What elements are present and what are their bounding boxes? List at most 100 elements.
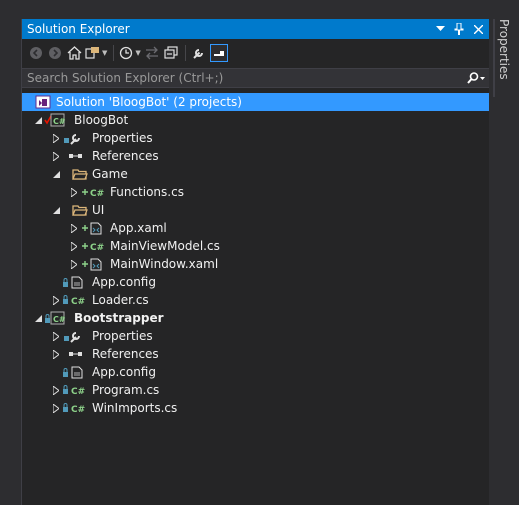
tree-row-properties[interactable]: Properties — [22, 129, 489, 147]
xaml-file-added-icon — [81, 255, 105, 273]
expanded-arrow-icon[interactable] — [33, 111, 43, 129]
svg-text:C#: C# — [90, 189, 104, 198]
collapsed-arrow-icon[interactable] — [51, 327, 61, 345]
tree-row-file[interactable]: C# MainViewModel.cs — [22, 237, 489, 255]
properties-wrench-icon[interactable] — [191, 43, 207, 63]
csharp-file-locked-icon: C# — [62, 399, 88, 417]
search-input[interactable] — [22, 68, 463, 88]
tree-label: Solution 'BloogBot' (2 projects) — [56, 95, 242, 109]
solution-explorer-pane: Solution Explorer ▼ ▼ Search Solution Ex… — [21, 19, 489, 505]
config-file-locked-icon — [62, 273, 88, 291]
tree-row-folder-ui[interactable]: UI — [22, 201, 489, 219]
tree-label: MainViewModel.cs — [110, 239, 220, 253]
tree-label: References — [92, 347, 159, 361]
collapsed-arrow-icon[interactable] — [51, 399, 61, 417]
svg-text:C#: C# — [53, 315, 66, 324]
tree-label: Properties — [92, 131, 153, 145]
collapsed-arrow-icon[interactable] — [51, 291, 61, 309]
tree-label: Properties — [92, 329, 153, 343]
tree-row-folder-game[interactable]: Game — [22, 165, 489, 183]
expanded-arrow-icon[interactable] — [33, 309, 43, 327]
tree-row-properties[interactable]: Properties — [22, 327, 489, 345]
csharp-file-added-icon: C# — [81, 237, 105, 255]
references-icon — [68, 345, 84, 363]
svg-text:C#: C# — [90, 243, 104, 252]
expanded-arrow-icon[interactable] — [51, 165, 61, 183]
csharp-project-locked-icon: C# — [44, 309, 66, 327]
tree-label: Program.cs — [92, 383, 160, 397]
home-icon[interactable] — [66, 43, 82, 63]
svg-text:C#: C# — [71, 387, 85, 396]
tree-label: BloogBot — [74, 113, 129, 127]
csharp-project-icon: C# — [44, 111, 66, 129]
collapsed-arrow-icon[interactable] — [51, 345, 61, 363]
properties-wrench-icon — [64, 129, 84, 147]
collapsed-arrow-icon[interactable] — [51, 381, 61, 399]
tree-label: Functions.cs — [110, 185, 184, 199]
search-icon[interactable] — [463, 72, 489, 84]
tree-label: MainWindow.xaml — [110, 257, 219, 271]
tree-row-references[interactable]: References — [22, 345, 489, 363]
references-icon — [68, 147, 84, 165]
tree-label: Game — [92, 167, 128, 181]
tree-row-project[interactable]: C# BloogBot — [22, 111, 489, 129]
tree-label: Bootstrapper — [74, 311, 164, 325]
tree-row-file[interactable]: MainWindow.xaml — [22, 255, 489, 273]
window-position-dropdown-icon[interactable] — [432, 21, 448, 37]
tree-row-file[interactable]: C# Functions.cs — [22, 183, 489, 201]
svg-text:C#: C# — [71, 405, 85, 414]
tree-label: App.xaml — [110, 221, 167, 235]
tree-row-references[interactable]: References — [22, 147, 489, 165]
open-folder-icon — [72, 201, 88, 219]
properties-side-tab[interactable]: Properties — [497, 19, 511, 80]
side-tab-indicator — [493, 19, 495, 97]
tree-row-file[interactable]: App.config — [22, 273, 489, 291]
pending-changes-filter-icon[interactable]: ▼ — [119, 43, 141, 63]
collapsed-arrow-icon[interactable] — [51, 147, 61, 165]
collapse-all-icon[interactable] — [163, 43, 179, 63]
csharp-file-locked-icon: C# — [62, 291, 88, 309]
tree-label: App.config — [92, 365, 156, 379]
preview-selected-items-icon[interactable] — [209, 44, 228, 62]
collapsed-arrow-icon[interactable] — [69, 237, 79, 255]
close-icon[interactable] — [470, 21, 486, 37]
tree-row-file[interactable]: App.xaml — [22, 219, 489, 237]
tree-row-file[interactable]: C# Program.cs — [22, 381, 489, 399]
toolbar: ▼ ▼ — [22, 40, 489, 66]
tree-row-file[interactable]: App.config — [22, 363, 489, 381]
tree-label: UI — [92, 203, 105, 217]
sync-with-active-document-icon[interactable] — [144, 43, 160, 63]
svg-text:C#: C# — [71, 297, 85, 306]
tree-row-file[interactable]: C# WinImports.cs — [22, 399, 489, 417]
tree-label: App.config — [92, 275, 156, 289]
csharp-file-locked-icon: C# — [62, 381, 88, 399]
tree-row-project[interactable]: C# Bootstrapper — [22, 309, 489, 327]
collapsed-arrow-icon[interactable] — [51, 129, 61, 147]
open-folder-icon — [72, 165, 88, 183]
pin-icon[interactable] — [451, 21, 467, 37]
forward-icon[interactable] — [47, 43, 63, 63]
search-box — [22, 68, 489, 88]
collapsed-arrow-icon[interactable] — [69, 219, 79, 237]
svg-text:C#: C# — [53, 117, 66, 126]
config-file-locked-icon — [62, 363, 88, 381]
side-tab-strip: Properties — [491, 19, 519, 505]
collapsed-arrow-icon[interactable] — [69, 255, 79, 273]
switch-views-icon[interactable]: ▼ — [85, 43, 107, 63]
pane-title: Solution Explorer — [27, 22, 130, 36]
solution-icon — [35, 93, 51, 111]
expanded-arrow-icon[interactable] — [51, 201, 61, 219]
tree-row-solution[interactable]: Solution 'BloogBot' (2 projects) — [22, 93, 489, 111]
solution-tree: Solution 'BloogBot' (2 projects) C# Bloo… — [22, 93, 489, 417]
tree-row-file[interactable]: C# Loader.cs — [22, 291, 489, 309]
xaml-file-added-icon — [81, 219, 105, 237]
toolbar-separator — [113, 45, 115, 61]
pane-title-bar: Solution Explorer — [22, 19, 489, 39]
toolbar-separator — [184, 45, 186, 61]
csharp-file-added-icon: C# — [81, 183, 105, 201]
tree-label: References — [92, 149, 159, 163]
tree-label: Loader.cs — [92, 293, 149, 307]
collapsed-arrow-icon[interactable] — [69, 183, 79, 201]
back-icon[interactable] — [28, 43, 44, 63]
properties-wrench-icon — [64, 327, 84, 345]
